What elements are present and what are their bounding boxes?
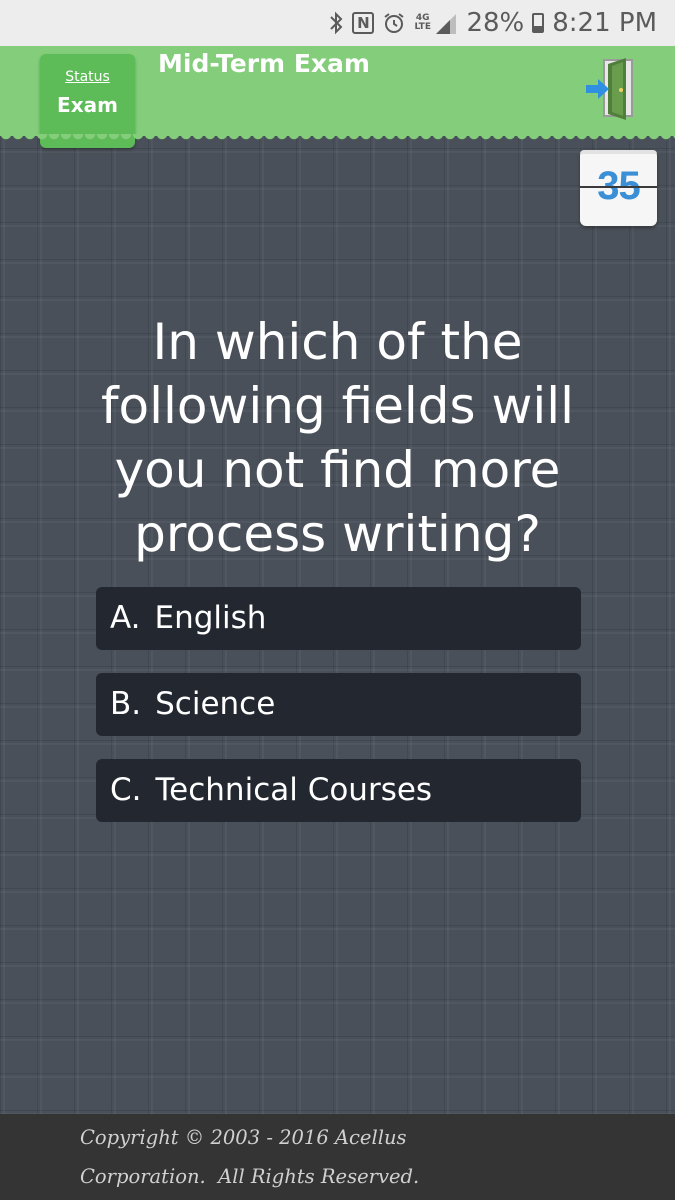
timer-value: 35 — [597, 164, 641, 208]
copyright-line-2: Corporation. All Rights Reserved. — [80, 1165, 420, 1188]
answer-letter: B. — [110, 686, 142, 722]
question-text: In which of the following fields will yo… — [100, 313, 575, 563]
answer-text: English — [154, 600, 267, 636]
answer-option-b[interactable]: B. Science — [96, 673, 581, 736]
nfc-icon: N — [352, 12, 375, 34]
app-header: Status Exam Mid-Term Exam — [0, 46, 675, 148]
alarm-icon — [382, 11, 406, 35]
status-value: Exam — [57, 93, 118, 117]
exam-title: Mid-Term Exam — [158, 49, 370, 78]
status-icons: N 4G LTE 28% 8:21 PM — [328, 8, 657, 38]
copyright-line-1: Copyright © 2003 - 2016 Acellus — [80, 1126, 407, 1149]
answer-letter: C. — [110, 772, 142, 808]
answer-letter: A. — [110, 600, 141, 636]
status-tile[interactable]: Status Exam — [40, 54, 135, 148]
battery-percent: 28% — [466, 8, 525, 38]
answer-option-c[interactable]: C. Technical Courses — [96, 759, 581, 822]
battery-icon — [532, 13, 545, 33]
answer-option-a[interactable]: A. English — [96, 587, 581, 650]
answer-text: Technical Courses — [155, 772, 433, 808]
timer-card: 35 — [580, 150, 657, 226]
android-status-bar: N 4G LTE 28% 8:21 PM — [0, 0, 675, 46]
bluetooth-icon — [328, 11, 344, 35]
copyright-footer: Copyright © 2003 - 2016 Acellus Corporat… — [0, 1114, 675, 1200]
lte-icon: 4G LTE — [414, 13, 431, 32]
signal-icon — [434, 12, 458, 34]
clock: 8:21 PM — [552, 8, 657, 38]
status-link[interactable]: Status — [65, 69, 110, 85]
answer-text: Science — [155, 686, 276, 722]
exit-door-icon[interactable] — [582, 54, 640, 122]
